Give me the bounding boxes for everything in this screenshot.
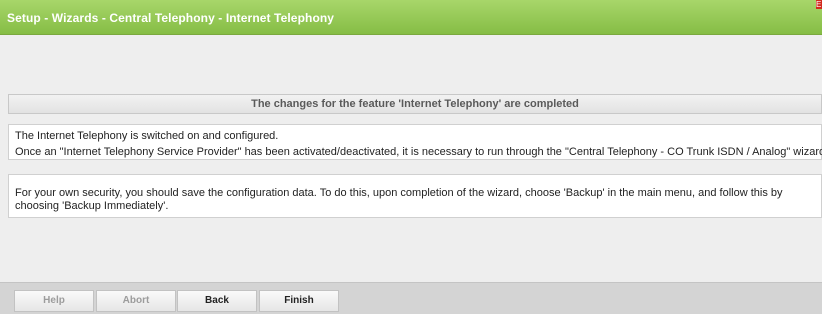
status-line-enabled: The Internet Telephony is switched on an…	[15, 130, 279, 142]
corner-marker: E	[816, 0, 822, 9]
finish-button[interactable]: Finish	[259, 290, 339, 312]
security-panel: For your own security, you should save t…	[8, 174, 822, 218]
button-bar: Help Abort Back Finish	[0, 282, 822, 314]
section-title: The changes for the feature 'Internet Te…	[8, 94, 822, 114]
help-button[interactable]: Help	[14, 290, 94, 312]
abort-button[interactable]: Abort	[96, 290, 176, 312]
main-content: The changes for the feature 'Internet Te…	[8, 94, 822, 222]
back-button[interactable]: Back	[177, 290, 257, 312]
status-panel: The Internet Telephony is switched on an…	[8, 124, 822, 160]
security-note: For your own security, you should save t…	[15, 187, 783, 212]
page-title: Setup - Wizards - Central Telephony - In…	[7, 11, 335, 25]
title-bar: Setup - Wizards - Central Telephony - In…	[0, 0, 822, 35]
status-line-provider-note: Once an "Internet Telephony Service Prov…	[15, 146, 822, 158]
